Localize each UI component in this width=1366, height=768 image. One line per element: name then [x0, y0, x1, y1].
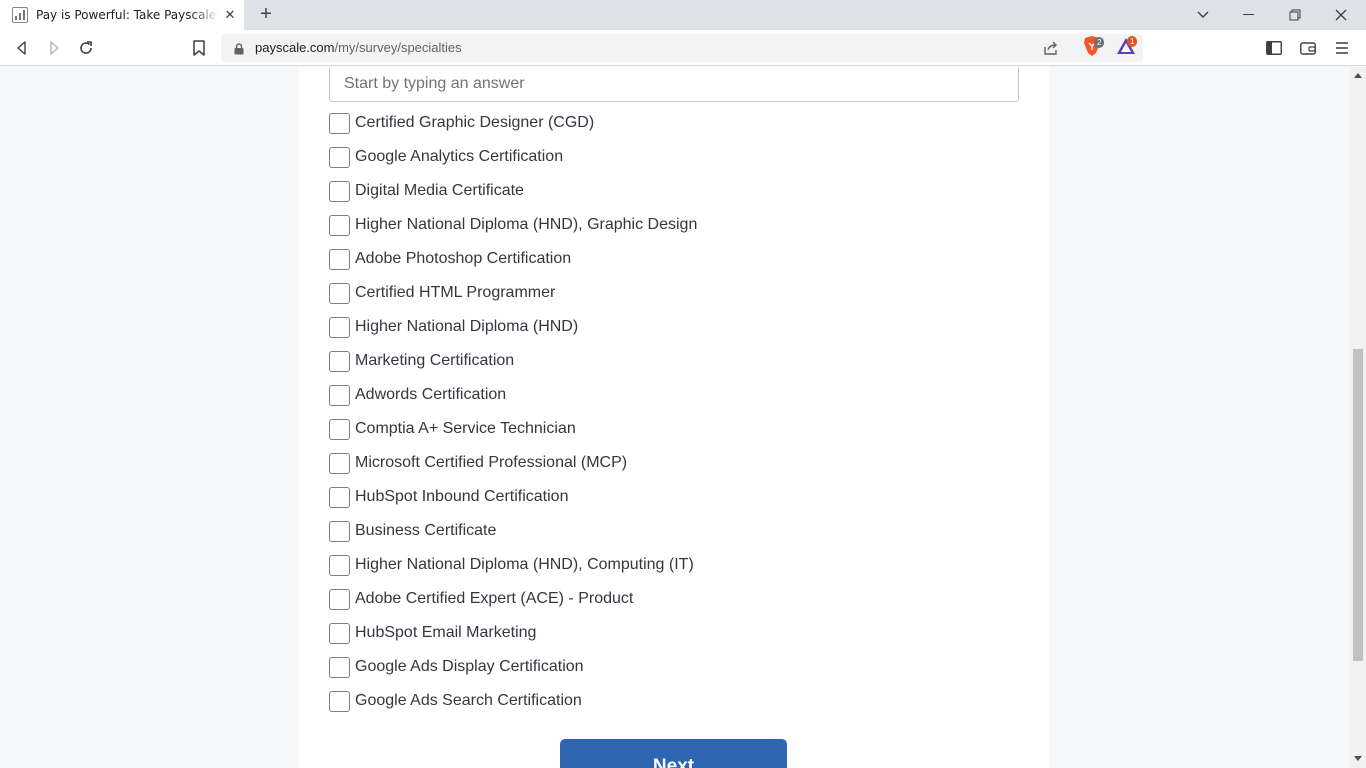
survey-card: Certified Graphic Designer (CGD) Google …: [299, 67, 1049, 768]
active-tab[interactable]: Pay is Powerful: Take Payscale's Online …: [0, 0, 244, 30]
option-label[interactable]: Digital Media Certificate: [355, 182, 524, 200]
option-label[interactable]: Adobe Certified Expert (ACE) - Product: [355, 590, 633, 608]
option-checkbox[interactable]: [329, 486, 350, 508]
lock-icon: [234, 42, 244, 60]
option-row[interactable]: Adwords Certification: [329, 384, 506, 406]
menu-icon[interactable]: [1332, 38, 1352, 58]
scroll-down-icon[interactable]: [1354, 756, 1362, 761]
option-label[interactable]: Certified HTML Programmer: [355, 284, 555, 302]
option-row[interactable]: Adobe Photoshop Certification: [329, 248, 571, 270]
option-row[interactable]: Microsoft Certified Professional (MCP): [329, 452, 627, 474]
option-label[interactable]: Google Ads Display Certification: [355, 658, 584, 676]
option-row[interactable]: Comptia A+ Service Technician: [329, 418, 576, 440]
option-label[interactable]: HubSpot Email Marketing: [355, 624, 536, 642]
back-icon[interactable]: [12, 38, 32, 58]
answer-search-input[interactable]: [329, 67, 1019, 102]
address-bar[interactable]: payscale.com/my/survey/specialties: [221, 34, 1143, 62]
tab-search-chevron-icon[interactable]: [1180, 0, 1226, 30]
option-label[interactable]: Adobe Photoshop Certification: [355, 250, 571, 268]
option-label[interactable]: Google Analytics Certification: [355, 148, 563, 166]
close-window-icon[interactable]: [1318, 0, 1364, 30]
option-label[interactable]: Business Certificate: [355, 522, 496, 540]
option-row[interactable]: HubSpot Email Marketing: [329, 622, 536, 644]
bookmark-icon[interactable]: [189, 38, 209, 58]
option-row[interactable]: Higher National Diploma (HND): [329, 316, 578, 338]
option-checkbox[interactable]: [329, 350, 350, 372]
forward-icon[interactable]: [44, 38, 64, 58]
scroll-up-icon[interactable]: [1354, 73, 1362, 78]
payscale-favicon-icon: [12, 7, 28, 23]
option-row[interactable]: Higher National Diploma (HND), Computing…: [329, 554, 694, 576]
option-checkbox[interactable]: [329, 112, 350, 134]
option-checkbox[interactable]: [329, 622, 350, 644]
option-checkbox[interactable]: [329, 690, 350, 712]
minimize-icon[interactable]: [1226, 0, 1272, 30]
reload-icon[interactable]: [76, 38, 96, 58]
option-checkbox[interactable]: [329, 554, 350, 576]
option-label[interactable]: Certified Graphic Designer (CGD): [355, 114, 594, 132]
wallet-icon[interactable]: [1298, 38, 1318, 58]
option-label[interactable]: Marketing Certification: [355, 352, 514, 370]
option-row[interactable]: Google Analytics Certification: [329, 146, 563, 168]
option-checkbox[interactable]: [329, 180, 350, 202]
tab-title: Pay is Powerful: Take Payscale's Online …: [36, 8, 219, 22]
brave-rewards-icon[interactable]: 1: [1116, 36, 1138, 56]
option-checkbox[interactable]: [329, 452, 350, 474]
option-label[interactable]: Higher National Diploma (HND), Graphic D…: [355, 216, 697, 234]
option-checkbox[interactable]: [329, 418, 350, 440]
share-icon[interactable]: [1043, 40, 1059, 61]
option-checkbox[interactable]: [329, 520, 350, 542]
brave-shields-icon[interactable]: 2: [1082, 36, 1105, 56]
option-checkbox[interactable]: [329, 248, 350, 270]
option-label[interactable]: Adwords Certification: [355, 386, 506, 404]
tab-close-icon[interactable]: ✕: [222, 7, 238, 23]
scroll-thumb[interactable]: [1353, 349, 1363, 661]
option-row[interactable]: Marketing Certification: [329, 350, 514, 372]
option-checkbox[interactable]: [329, 384, 350, 406]
restore-icon[interactable]: [1272, 0, 1318, 30]
option-row[interactable]: Business Certificate: [329, 520, 496, 542]
option-row[interactable]: Certified HTML Programmer: [329, 282, 555, 304]
sidebar-icon[interactable]: [1264, 38, 1284, 58]
option-row[interactable]: Certified Graphic Designer (CGD): [329, 112, 594, 134]
option-row[interactable]: Adobe Certified Expert (ACE) - Product: [329, 588, 633, 610]
new-tab-button[interactable]: +: [256, 4, 276, 24]
option-checkbox[interactable]: [329, 282, 350, 304]
option-checkbox[interactable]: [329, 316, 350, 338]
url-text: payscale.com/my/survey/specialties: [255, 40, 462, 55]
option-label[interactable]: Higher National Diploma (HND), Computing…: [355, 556, 694, 574]
option-row[interactable]: Google Ads Search Certification: [329, 690, 582, 712]
option-row[interactable]: Higher National Diploma (HND), Graphic D…: [329, 214, 697, 236]
option-checkbox[interactable]: [329, 214, 350, 236]
option-label[interactable]: Higher National Diploma (HND): [355, 318, 578, 336]
next-button[interactable]: Next: [560, 739, 787, 768]
option-label[interactable]: HubSpot Inbound Certification: [355, 488, 568, 506]
browser-toolbar: payscale.com/my/survey/specialties 2 1: [0, 30, 1366, 66]
option-label[interactable]: Microsoft Certified Professional (MCP): [355, 454, 627, 472]
option-checkbox[interactable]: [329, 146, 350, 168]
option-checkbox[interactable]: [329, 588, 350, 610]
page-viewport: Certified Graphic Designer (CGD) Google …: [0, 67, 1350, 768]
option-row[interactable]: Digital Media Certificate: [329, 180, 524, 202]
option-row[interactable]: Google Ads Display Certification: [329, 656, 584, 678]
page-scrollbar[interactable]: [1350, 67, 1366, 768]
option-checkbox[interactable]: [329, 656, 350, 678]
option-label[interactable]: Google Ads Search Certification: [355, 692, 582, 710]
option-row[interactable]: HubSpot Inbound Certification: [329, 486, 568, 508]
tab-strip: Pay is Powerful: Take Payscale's Online …: [0, 0, 1366, 30]
option-label[interactable]: Comptia A+ Service Technician: [355, 420, 576, 438]
